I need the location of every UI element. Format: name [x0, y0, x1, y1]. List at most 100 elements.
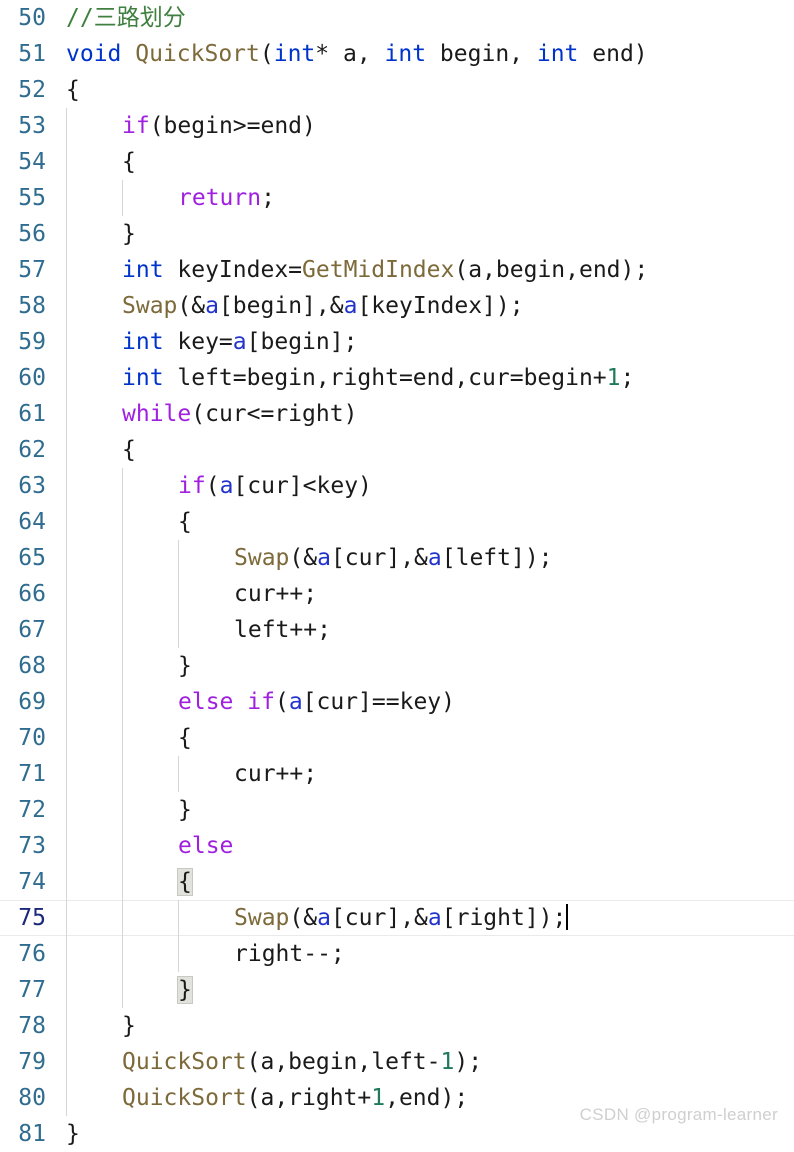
code-line-content[interactable]: cur++; — [56, 756, 794, 792]
code-line-content[interactable]: { — [56, 144, 794, 180]
code-line-content[interactable]: { — [56, 432, 794, 468]
code-line[interactable]: 79 QuickSort(a,begin,left-1); — [0, 1044, 794, 1080]
code-token: Swap — [234, 545, 290, 571]
code-line[interactable]: 72} — [0, 792, 794, 828]
code-tokens: { — [66, 72, 80, 108]
code-line-content[interactable]: cur++; — [56, 576, 794, 612]
code-line-content[interactable]: int left=begin,right=end,cur=begin+1; — [56, 360, 794, 396]
code-line[interactable]: 55 return; — [0, 180, 794, 216]
code-line[interactable]: 61 while(cur<=right) — [0, 396, 794, 432]
code-line[interactable]: 78} — [0, 1008, 794, 1044]
code-line[interactable]: 67 left++; — [0, 612, 794, 648]
code-tokens: QuickSort(a,right+1,end); — [122, 1080, 468, 1116]
code-line-content[interactable]: { — [56, 504, 794, 540]
code-line[interactable]: 60 int left=begin,right=end,cur=begin+1; — [0, 360, 794, 396]
code-token: ,end); — [385, 1085, 469, 1111]
code-token: right--; — [234, 941, 345, 967]
code-line[interactable]: 57 int keyIndex=GetMidIndex(a,begin,end); — [0, 252, 794, 288]
code-line[interactable]: 50 //三路划分 — [0, 0, 794, 36]
code-line[interactable]: 75 Swap(&a[cur],&a[right]); — [0, 900, 794, 936]
code-token: GetMidIndex — [302, 257, 455, 283]
indent-guide — [66, 756, 67, 792]
code-line-content[interactable]: left++; — [56, 612, 794, 648]
code-token: (a,begin,left- — [246, 1049, 441, 1075]
code-line[interactable]: 52 { — [0, 72, 794, 108]
indent-guide — [122, 612, 123, 648]
line-number: 58 — [18, 293, 46, 319]
code-line[interactable]: 76 right--; — [0, 936, 794, 972]
code-tokens: if(a[cur]<key) — [178, 468, 372, 504]
code-token: ; — [620, 365, 635, 391]
code-line[interactable]: 69 else if(a[cur]==key) — [0, 684, 794, 720]
indent-guide — [178, 612, 179, 648]
code-line[interactable]: 71 cur++; — [0, 756, 794, 792]
code-line-content[interactable]: return; — [56, 180, 794, 216]
code-line[interactable]: 68} — [0, 648, 794, 684]
code-line-content[interactable]: while(cur<=right) — [56, 396, 794, 432]
code-line-content[interactable]: Swap(&a[cur],&a[left]); — [56, 540, 794, 576]
code-token: int — [122, 257, 164, 283]
indent-guide — [66, 540, 67, 576]
line-number: 56 — [18, 221, 46, 247]
matching-brace: } — [177, 976, 193, 1004]
code-line-content[interactable]: if(begin>=end) — [56, 108, 794, 144]
code-token: (& — [289, 545, 318, 571]
code-token: left++; — [234, 617, 331, 643]
indent-guide — [178, 900, 179, 936]
code-line[interactable]: 54 { — [0, 144, 794, 180]
indent-guide — [66, 828, 67, 864]
code-line[interactable]: 65 Swap(&a[cur],&a[left]); — [0, 540, 794, 576]
code-token: { — [178, 509, 192, 535]
indent-guide — [66, 648, 67, 684]
code-line[interactable]: 53 if(begin>=end) — [0, 108, 794, 144]
code-line-content[interactable]: { — [56, 72, 794, 108]
code-line-content[interactable]: { — [56, 864, 794, 900]
code-line-content[interactable]: if(a[cur]<key) — [56, 468, 794, 504]
code-token: (a,begin,end); — [454, 257, 649, 283]
code-line-content[interactable]: else if(a[cur]==key) — [56, 684, 794, 720]
code-line-content[interactable]: else — [56, 828, 794, 864]
code-line-content[interactable]: Swap(&a[begin],&a[keyIndex]); — [56, 288, 794, 324]
line-number: 75 — [18, 905, 46, 931]
code-token: a — [427, 545, 442, 571]
code-line[interactable]: 66 cur++; — [0, 576, 794, 612]
indent-guide — [66, 468, 67, 504]
code-line[interactable]: 63 if(a[cur]<key) — [0, 468, 794, 504]
code-editor[interactable]: 50//三路划分 51 void QuickSort(int* a, int beg… — [0, 0, 794, 1147]
code-line[interactable]: 77} — [0, 972, 794, 1008]
line-number: 68 — [18, 653, 46, 679]
code-line[interactable]: 56} — [0, 216, 794, 252]
code-token: left=begin,right=end,cur=begin+ — [163, 365, 607, 391]
code-line[interactable]: 64 { — [0, 504, 794, 540]
code-line[interactable]: 51 void QuickSort(int* a, int begin, int … — [0, 36, 794, 72]
code-line-content[interactable]: //三路划分 — [56, 0, 794, 36]
code-line-content[interactable]: right--; — [56, 936, 794, 972]
code-line[interactable]: 74 { — [0, 864, 794, 900]
code-line[interactable]: 70 { — [0, 720, 794, 756]
code-line-content[interactable]: } — [56, 648, 794, 684]
code-line-content[interactable]: } — [56, 1008, 794, 1044]
code-line-content[interactable]: { — [56, 720, 794, 756]
code-line[interactable]: 59 int key=a[begin]; — [0, 324, 794, 360]
code-line-content[interactable]: int key=a[begin]; — [56, 324, 794, 360]
code-line-content[interactable]: } — [56, 216, 794, 252]
code-token: { — [122, 149, 136, 175]
code-line-list[interactable]: 50//三路划分 51 void QuickSort(int* a, int beg… — [0, 0, 794, 1152]
code-tokens: else — [178, 828, 233, 864]
code-token: } — [178, 653, 192, 679]
code-line[interactable]: 73 else — [0, 828, 794, 864]
code-line-content[interactable]: void QuickSort(int* a, int begin, int en… — [56, 36, 794, 72]
code-token: a — [232, 329, 247, 355]
code-line-content[interactable]: } — [56, 792, 794, 828]
code-tokens: cur++; — [234, 576, 317, 612]
line-number: 52 — [18, 77, 46, 103]
code-line-content[interactable]: QuickSort(a,begin,left-1); — [56, 1044, 794, 1080]
code-line-content[interactable]: Swap(&a[cur],&a[right]); — [56, 900, 794, 936]
code-line-content[interactable]: } — [56, 972, 794, 1008]
code-line[interactable]: 62 { — [0, 432, 794, 468]
code-line[interactable]: 58 Swap(&a[begin],&a[keyIndex]); — [0, 288, 794, 324]
code-token: end) — [578, 41, 648, 67]
line-number: 51 — [18, 41, 46, 67]
code-token: while — [122, 401, 192, 427]
code-line-content[interactable]: int keyIndex=GetMidIndex(a,begin,end); — [56, 252, 794, 288]
